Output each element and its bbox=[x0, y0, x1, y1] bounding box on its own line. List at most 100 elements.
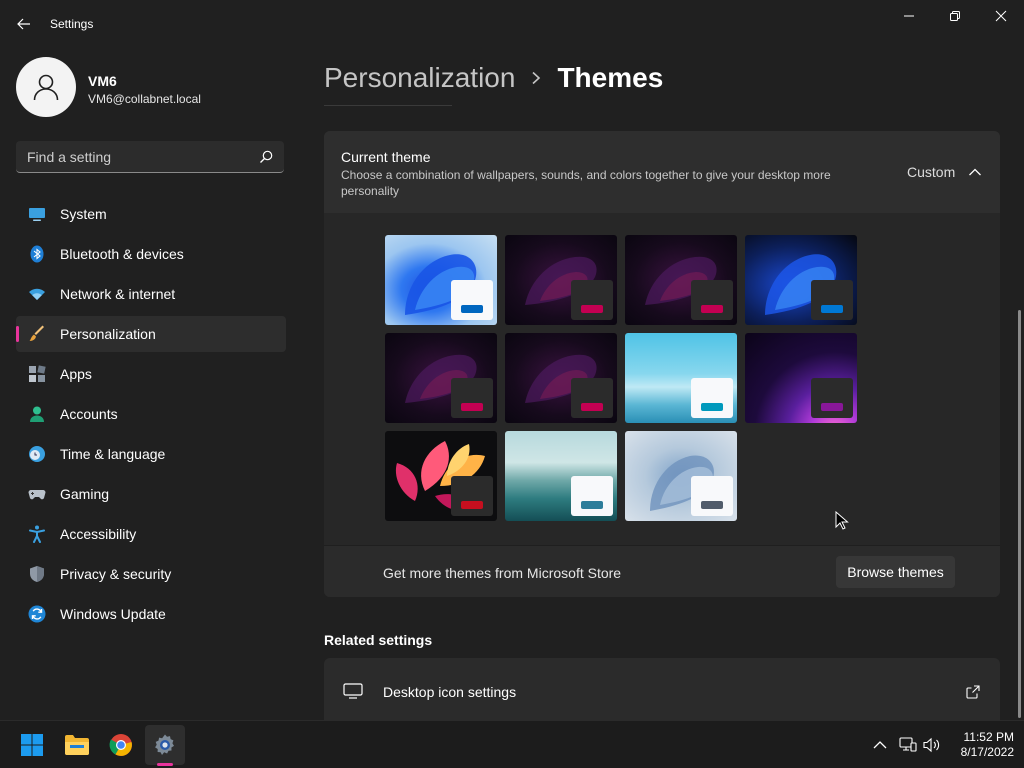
minimize-icon bbox=[904, 15, 914, 17]
theme-swatch bbox=[451, 378, 493, 418]
app-title: Settings bbox=[50, 17, 94, 31]
chrome-button[interactable] bbox=[101, 725, 141, 765]
sidebar-item-label: Gaming bbox=[60, 486, 110, 502]
theme-swatch bbox=[691, 378, 733, 418]
accent-bar bbox=[581, 501, 603, 509]
sidebar-item-gaming[interactable]: Gaming bbox=[16, 476, 286, 512]
volume-button[interactable] bbox=[923, 736, 941, 754]
accent-bar bbox=[461, 403, 483, 411]
theme-tile[interactable] bbox=[505, 333, 617, 423]
theme-tile[interactable] bbox=[505, 235, 617, 325]
theme-tile[interactable] bbox=[745, 333, 857, 423]
current-theme-header[interactable]: Current theme Choose a combination of wa… bbox=[324, 131, 1000, 213]
breadcrumb-parent[interactable]: Personalization bbox=[324, 62, 515, 94]
store-row: Get more themes from Microsoft Store Bro… bbox=[324, 546, 1000, 597]
scrollbar-thumb[interactable] bbox=[1018, 310, 1021, 718]
minimize-button[interactable] bbox=[886, 0, 932, 32]
theme-tile[interactable] bbox=[385, 235, 497, 325]
start-button[interactable] bbox=[12, 725, 52, 765]
sidebar-item-accounts[interactable]: Accounts bbox=[16, 396, 286, 432]
sidebar-item-system[interactable]: System bbox=[16, 196, 286, 232]
brush-icon bbox=[28, 325, 46, 343]
theme-gallery bbox=[324, 213, 1000, 545]
theme-tile[interactable] bbox=[625, 431, 737, 521]
sidebar-item-privacy-security[interactable]: Privacy & security bbox=[16, 556, 286, 592]
settings-taskbar-button[interactable] bbox=[145, 725, 185, 765]
monitor-icon bbox=[343, 683, 363, 699]
sidebar-item-label: Personalization bbox=[60, 326, 156, 342]
shield-icon bbox=[28, 565, 46, 583]
page-title: Themes bbox=[557, 62, 664, 93]
clock-date: 8/17/2022 bbox=[960, 745, 1014, 759]
maximize-button[interactable] bbox=[932, 0, 978, 32]
theme-tile[interactable] bbox=[505, 431, 617, 521]
show-hidden-icons-button[interactable] bbox=[871, 736, 889, 754]
sidebar-item-label: Bluetooth & devices bbox=[60, 246, 184, 262]
file-explorer-button[interactable] bbox=[57, 725, 97, 765]
sidebar-item-label: System bbox=[60, 206, 107, 222]
search-box[interactable] bbox=[16, 141, 284, 173]
theme-tile[interactable] bbox=[745, 235, 857, 325]
accent-bar bbox=[701, 501, 723, 509]
sidebar-item-apps[interactable]: Apps bbox=[16, 356, 286, 392]
accent-bar bbox=[461, 501, 483, 509]
theme-swatch bbox=[571, 280, 613, 320]
chevron-up-icon[interactable] bbox=[968, 165, 982, 179]
theme-tile[interactable] bbox=[385, 333, 497, 423]
bluetooth-icon bbox=[28, 245, 46, 263]
user-profile[interactable]: VM6 VM6@collabnet.local bbox=[16, 57, 286, 117]
gamepad-icon bbox=[28, 485, 46, 503]
close-button[interactable] bbox=[978, 0, 1024, 32]
user-email: VM6@collabnet.local bbox=[88, 92, 201, 106]
sidebar-item-label: Windows Update bbox=[60, 606, 166, 622]
theme-tile[interactable] bbox=[625, 235, 737, 325]
sidebar-item-bluetooth-devices[interactable]: Bluetooth & devices bbox=[16, 236, 286, 272]
search-icon[interactable] bbox=[258, 149, 274, 165]
active-app-indicator bbox=[157, 763, 173, 766]
sidebar-item-time-language[interactable]: Time & language bbox=[16, 436, 286, 472]
desktop-icon-settings-row[interactable]: Desktop icon settings bbox=[324, 658, 1000, 720]
header-divider bbox=[324, 105, 452, 106]
clock-time: 11:52 PM bbox=[963, 730, 1014, 744]
desktop-icon-settings-label: Desktop icon settings bbox=[383, 684, 517, 700]
sidebar-item-personalization[interactable]: Personalization bbox=[16, 316, 286, 352]
arrow-left-icon bbox=[17, 18, 30, 30]
theme-swatch bbox=[811, 378, 853, 418]
theme-swatch bbox=[691, 280, 733, 320]
search-input[interactable] bbox=[16, 141, 252, 172]
sidebar-item-label: Privacy & security bbox=[60, 566, 172, 582]
accent-bar bbox=[701, 403, 723, 411]
chevron-up-icon bbox=[873, 741, 887, 749]
sidebar-nav: System Bluetooth & devices Network & int… bbox=[16, 196, 286, 636]
sidebar-item-label: Accounts bbox=[60, 406, 118, 422]
theme-swatch bbox=[691, 476, 733, 516]
related-settings-heading: Related settings bbox=[324, 632, 433, 648]
network-status-icon[interactable] bbox=[899, 736, 917, 754]
theme-swatch bbox=[811, 280, 853, 320]
sidebar-item-label: Network & internet bbox=[60, 286, 176, 302]
accessibility-icon bbox=[28, 525, 46, 543]
taskbar-clock[interactable]: 11:52 PM 8/17/2022 bbox=[944, 730, 1014, 760]
theme-grid bbox=[385, 235, 865, 521]
sidebar-item-accessibility[interactable]: Accessibility bbox=[16, 516, 286, 552]
open-external-icon bbox=[966, 685, 980, 699]
current-theme-description: Choose a combination of wallpapers, soun… bbox=[341, 168, 831, 198]
system-icon bbox=[28, 205, 46, 223]
theme-tile[interactable] bbox=[385, 431, 497, 521]
accent-bar bbox=[461, 305, 483, 313]
browse-themes-button[interactable]: Browse themes bbox=[836, 556, 955, 588]
accent-bar bbox=[581, 305, 603, 313]
sidebar-item-network-internet[interactable]: Network & internet bbox=[16, 276, 286, 312]
close-icon bbox=[995, 10, 1007, 22]
sidebar-item-windows-update[interactable]: Windows Update bbox=[16, 596, 286, 632]
back-button[interactable] bbox=[12, 12, 36, 36]
theme-swatch bbox=[571, 378, 613, 418]
mouse-cursor-icon bbox=[835, 511, 849, 530]
chrome-icon bbox=[109, 734, 132, 756]
current-theme-value: Custom bbox=[907, 164, 956, 180]
speaker-icon bbox=[923, 737, 940, 753]
accent-bar bbox=[701, 305, 723, 313]
theme-tile[interactable] bbox=[625, 333, 737, 423]
person-icon bbox=[33, 74, 59, 101]
windows-logo-icon bbox=[21, 734, 43, 756]
